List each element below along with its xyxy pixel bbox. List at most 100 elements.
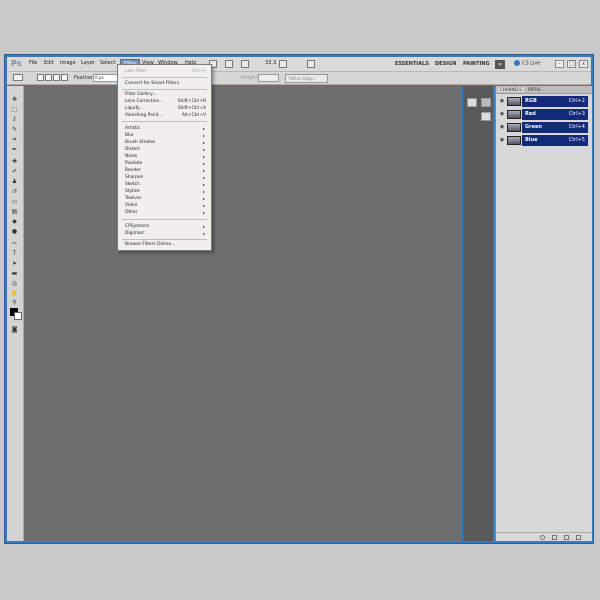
3d-rotate-tool-icon[interactable]: ◎: [10, 280, 19, 287]
menu-item-shortcut: Ctrl+F: [191, 69, 206, 74]
workspace-painting[interactable]: PAINTING: [463, 61, 490, 67]
screen-mode-icon[interactable]: [307, 60, 315, 68]
hand-tool-icon[interactable]: ✋: [10, 290, 19, 297]
blur-tool-icon[interactable]: ◆: [10, 218, 19, 225]
submenu-arrow-icon: ▸: [202, 182, 205, 187]
menu-item-label: Digimarc: [125, 231, 145, 236]
menu-item-other[interactable]: Other ▸: [125, 209, 207, 216]
menu-item-noise[interactable]: Noise ▸: [125, 153, 207, 160]
canvas-area[interactable]: [24, 86, 461, 541]
menu-layer[interactable]: Layer: [81, 60, 95, 66]
subtract-selection-icon[interactable]: [53, 74, 60, 81]
clone-stamp-tool-icon[interactable]: ♟: [10, 178, 19, 185]
menu-item-label: Sketch: [125, 182, 140, 187]
histogram-icon[interactable]: [467, 98, 477, 107]
lasso-tool-icon[interactable]: ℓ: [10, 116, 19, 123]
eraser-tool-icon[interactable]: ▭: [10, 198, 19, 205]
menu-item-blur[interactable]: Blur ▸: [125, 132, 207, 139]
menu-item-brush-strokes[interactable]: Brush Strokes ▸: [125, 139, 207, 146]
workspace-essentials[interactable]: ESSENTIALS: [395, 61, 429, 67]
maximize-button[interactable]: □: [567, 60, 576, 68]
channel-row-blue[interactable]: ◉ Blue Ctrl+5: [497, 135, 591, 146]
type-tool-icon[interactable]: T: [10, 250, 19, 257]
menu-item-stylize[interactable]: Stylize ▸: [125, 188, 207, 195]
close-button[interactable]: x: [579, 60, 588, 68]
menu-item-digimarc[interactable]: Digimarc ▸: [125, 230, 207, 237]
eye-icon[interactable]: ◉: [498, 124, 506, 131]
height-input[interactable]: [258, 74, 279, 82]
tool-preset-icon[interactable]: [13, 74, 23, 81]
adjustments-icon[interactable]: [481, 98, 491, 107]
menu-item-cpsystems[interactable]: CPSystems ▸: [125, 223, 207, 230]
menu-file[interactable]: File: [29, 60, 37, 66]
menu-select[interactable]: Select: [100, 60, 115, 66]
tools-panel: ✥ ⬚ ℓ ✎ ⌗ ✒ ✚ ✐ ♟ ↺ ▭ ▤ ◆ ● ✑ T ➤ ▬ ◎ ✋ …: [7, 86, 24, 541]
trash-icon[interactable]: [576, 535, 581, 540]
quick-select-tool-icon[interactable]: ✎: [10, 126, 19, 133]
load-selection-icon[interactable]: [540, 535, 545, 540]
shape-tool-icon[interactable]: ▬: [10, 270, 19, 277]
save-selection-icon[interactable]: [552, 535, 557, 540]
menu-item-render[interactable]: Render ▸: [125, 167, 207, 174]
menu-item-convert-smart-filters[interactable]: Convert for Smart Filters: [125, 80, 207, 87]
menu-edit[interactable]: Edit: [44, 60, 54, 66]
menu-item-filter-gallery[interactable]: Filter Gallery...: [125, 91, 207, 98]
menu-image[interactable]: Image: [60, 60, 76, 66]
menu-item-browse-filters-online[interactable]: Browse Filters Online...: [125, 241, 207, 248]
path-selection-tool-icon[interactable]: ➤: [10, 260, 19, 267]
move-tool-icon[interactable]: ✥: [10, 96, 19, 103]
minimize-button[interactable]: –: [555, 60, 564, 68]
menu-item-liquify[interactable]: Liquify... Shift+Ctrl+X: [125, 105, 207, 112]
panel-dock: [463, 86, 493, 541]
menu-item-sharpen[interactable]: Sharpen ▸: [125, 174, 207, 181]
submenu-arrow-icon: ▸: [202, 210, 205, 215]
mini-bridge-icon[interactable]: [225, 60, 233, 68]
eye-icon[interactable]: ◉: [498, 111, 506, 118]
more-workspaces-icon[interactable]: »: [495, 60, 505, 69]
quick-mask-icon[interactable]: ◙: [10, 326, 19, 333]
submenu-arrow-icon: ▸: [202, 224, 205, 229]
channel-row-rgb[interactable]: ◉ RGB Ctrl+2: [497, 96, 591, 107]
eye-icon[interactable]: ◉: [498, 137, 506, 144]
menu-item-vanishing-point[interactable]: Vanishing Point... Alt+Ctrl+V: [125, 112, 207, 119]
healing-brush-tool-icon[interactable]: ✚: [10, 158, 19, 165]
menu-item-artistic[interactable]: Artistic ▸: [125, 125, 207, 132]
masks-icon[interactable]: [481, 112, 491, 121]
new-selection-icon[interactable]: [37, 74, 44, 81]
intersect-selection-icon[interactable]: [61, 74, 68, 81]
crop-tool-icon[interactable]: ⌗: [10, 136, 19, 143]
view-extras-icon[interactable]: [241, 60, 249, 68]
new-channel-icon[interactable]: [564, 535, 569, 540]
zoom-tool-icon[interactable]: ⚲: [10, 299, 19, 306]
menu-item-sketch[interactable]: Sketch ▸: [125, 181, 207, 188]
add-selection-icon[interactable]: [45, 74, 52, 81]
menu-item-video[interactable]: Video ▸: [125, 202, 207, 209]
refine-edge-button[interactable]: Refine Edge...: [285, 74, 328, 83]
brush-tool-icon[interactable]: ✐: [10, 168, 19, 175]
channel-row-green[interactable]: ◉ Green Ctrl+4: [497, 122, 591, 133]
feather-input[interactable]: 0 px: [93, 74, 118, 82]
tab-channels[interactable]: CHANNELS: [498, 87, 524, 92]
history-brush-tool-icon[interactable]: ↺: [10, 188, 19, 195]
dodge-tool-icon[interactable]: ●: [10, 228, 19, 235]
menu-item-pixelate[interactable]: Pixelate ▸: [125, 160, 207, 167]
tab-paths[interactable]: PATHS: [526, 87, 543, 92]
menu-item-texture[interactable]: Texture ▸: [125, 195, 207, 202]
menu-item-label: Brush Strokes: [125, 140, 156, 145]
background-color-swatch[interactable]: [14, 312, 22, 320]
cs-live-button[interactable]: CS Live: [514, 60, 540, 67]
zoom-level[interactable]: 33.3: [265, 60, 276, 66]
menu-item-distort[interactable]: Distort ▸: [125, 146, 207, 153]
gradient-tool-icon[interactable]: ▤: [10, 208, 19, 215]
menu-item-lens-correction[interactable]: Lens Correction... Shift+Ctrl+R: [125, 98, 207, 105]
submenu-arrow-icon: ▸: [202, 203, 205, 208]
marquee-tool-icon[interactable]: ⬚: [10, 106, 19, 113]
eye-icon[interactable]: ◉: [498, 98, 506, 105]
channel-row-red[interactable]: ◉ Red Ctrl+3: [497, 109, 591, 120]
arrange-documents-icon[interactable]: [279, 60, 287, 68]
submenu-arrow-icon: ▸: [202, 189, 205, 194]
menu-separator: [122, 219, 207, 220]
pen-tool-icon[interactable]: ✑: [10, 240, 19, 247]
eyedropper-tool-icon[interactable]: ✒: [10, 146, 19, 153]
workspace-design[interactable]: DESIGN: [435, 61, 456, 67]
